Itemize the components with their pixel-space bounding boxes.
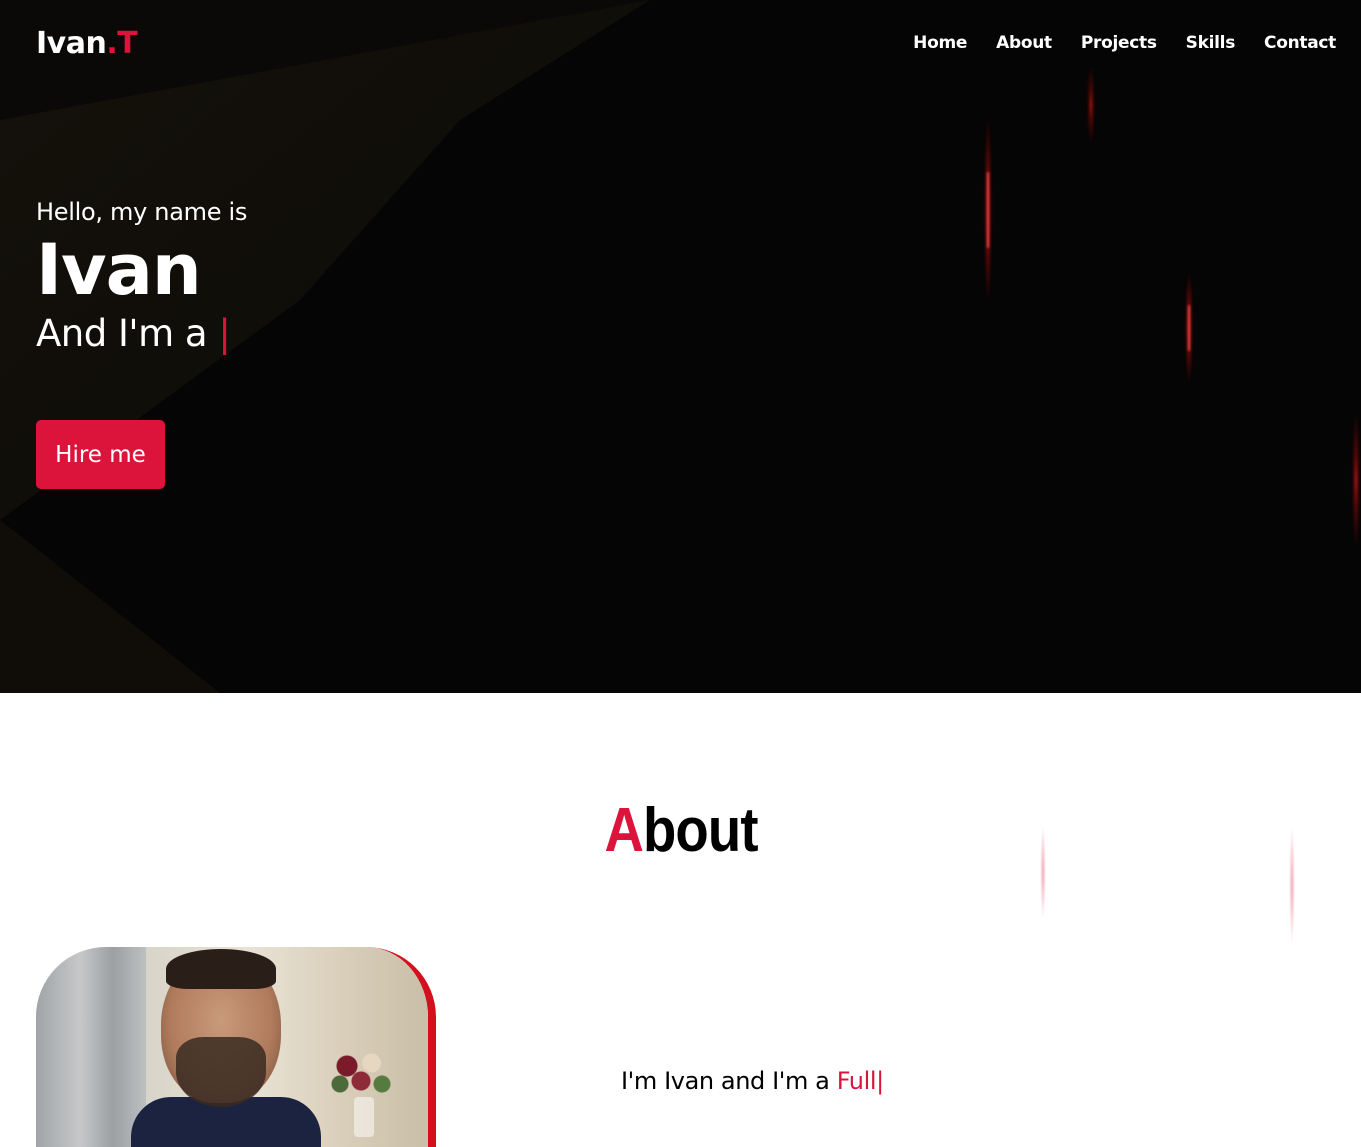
about-title-rest: bout (642, 796, 759, 865)
nav-projects-link[interactable]: Projects (1081, 33, 1157, 53)
nav-about-link[interactable]: About (996, 33, 1052, 53)
logo-accent: .T (106, 26, 138, 61)
nav-home-link[interactable]: Home (913, 33, 967, 53)
profile-photo-image (36, 947, 428, 1147)
photo-curtain (36, 947, 146, 1147)
photo-flowers (326, 1042, 396, 1102)
logo-main: Ivan (36, 26, 107, 61)
hero-name: Ivan (36, 229, 202, 311)
hero-role-prefix: And I'm a (36, 312, 208, 355)
nav-links: Home About Projects Skills Contact (913, 33, 1336, 53)
about-heading-prefix: I'm Ivan and I'm a (621, 1067, 830, 1095)
about-heading-role: Full (836, 1067, 877, 1095)
hero-section: Ivan.T Home About Projects Skills Contac… (0, 0, 1361, 693)
red-light-streak (984, 115, 992, 305)
logo[interactable]: Ivan.T (36, 26, 138, 61)
nav-skills-link[interactable]: Skills (1186, 33, 1236, 53)
red-light-streak (1185, 270, 1193, 385)
typing-cursor: | (218, 312, 231, 355)
photo-vase (354, 1097, 374, 1137)
hire-me-button[interactable]: Hire me (36, 420, 165, 489)
photo-hair (166, 949, 276, 989)
about-typing-cursor: | (876, 1067, 884, 1095)
navbar: Ivan.T Home About Projects Skills Contac… (0, 0, 1361, 88)
red-light-streak (1352, 410, 1360, 550)
about-heading: I'm Ivan and I'm a Full| (621, 1067, 884, 1095)
hero-greeting: Hello, my name is (36, 198, 248, 226)
profile-photo (36, 947, 436, 1147)
hero-role-line: And I'm a | (36, 310, 247, 358)
nav-contact-link[interactable]: Contact (1264, 33, 1336, 53)
faint-red-streak (1040, 825, 1046, 920)
photo-beard (176, 1037, 266, 1107)
faint-red-streak (1289, 825, 1295, 945)
hero-content: Hello, my name is Ivan And I'm a | (36, 196, 247, 358)
about-title-first-letter: A (604, 796, 643, 865)
about-section-title: About (82, 795, 1280, 866)
